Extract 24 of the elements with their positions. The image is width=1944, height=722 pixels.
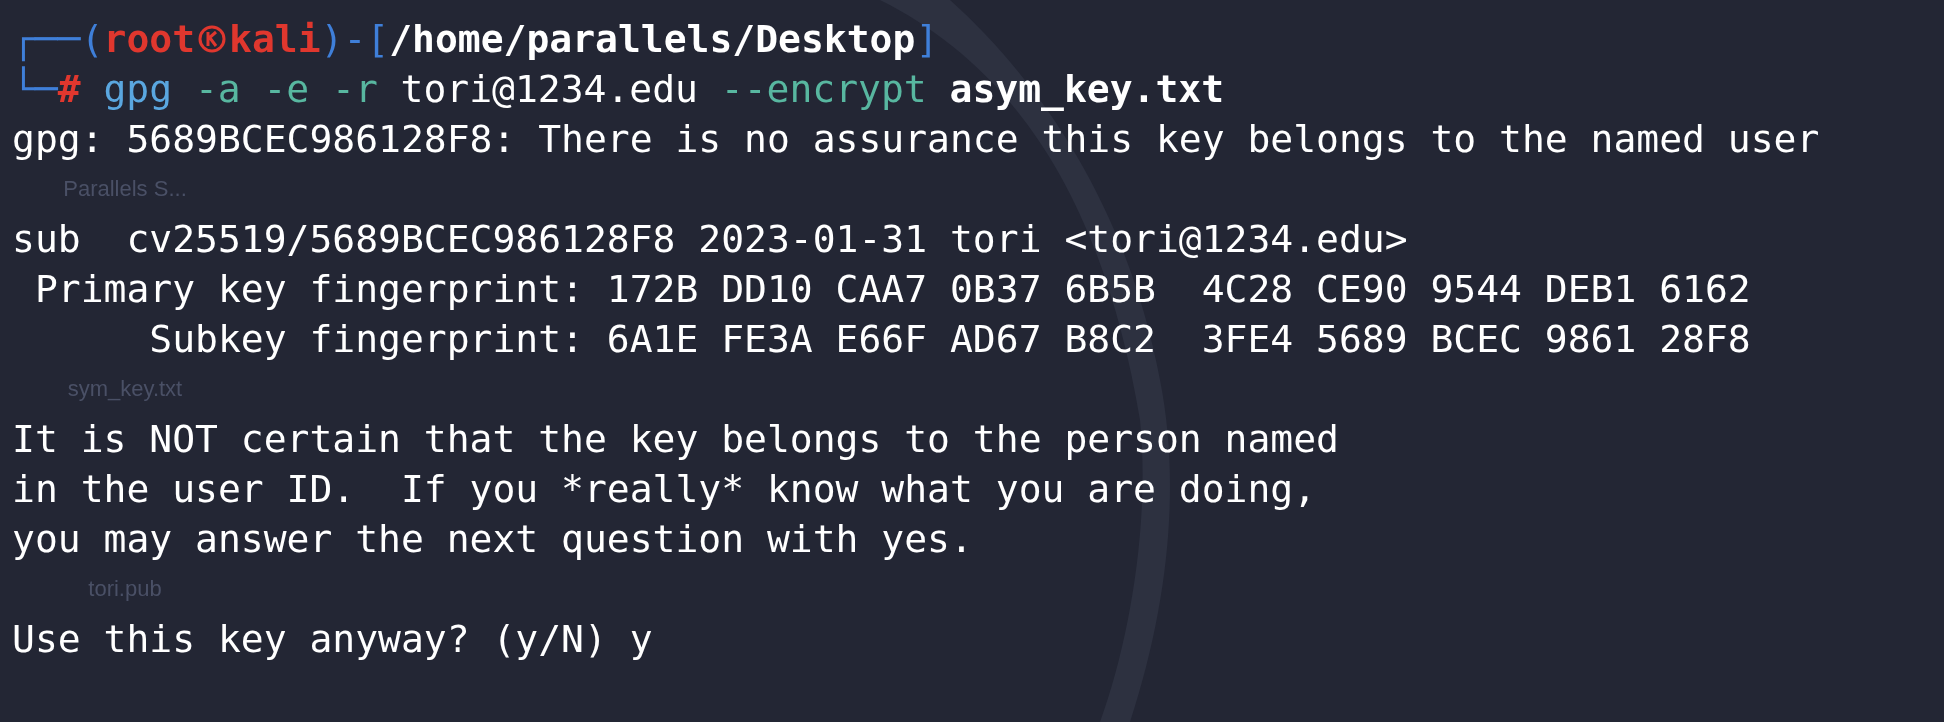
command-token: --encrypt bbox=[720, 66, 927, 113]
prompt-bracket: ] bbox=[915, 16, 939, 63]
prompt-corner: └─ bbox=[12, 65, 58, 113]
output-line: It is NOT certain that the key belongs to the person named bbox=[12, 416, 1339, 463]
output-line: gpg: 5689BCEC986128F8: There is no assurance this key belongs to the named user bbox=[12, 116, 1820, 163]
command-token: asym_key.txt bbox=[949, 66, 1225, 113]
command-token: -e bbox=[263, 66, 310, 113]
circled-symbol-icon bbox=[197, 24, 228, 54]
output-line: in the user ID. If you *really* know what you are doing, bbox=[12, 466, 1317, 513]
prompt-bracket: )-[ bbox=[320, 16, 390, 63]
prompt-symbol: # bbox=[57, 67, 81, 113]
command-token: -a bbox=[194, 66, 241, 113]
command-token: tori@1234.edu bbox=[400, 66, 698, 113]
command-token: -r bbox=[332, 66, 378, 113]
prompt-path: /home/parallels/Desktop bbox=[389, 16, 916, 63]
output-line: sub cv25519/5689BCEC986128F8 2023-01-31 tori <tori@1234.edu> bbox=[12, 216, 1408, 263]
prompt-user: root bbox=[103, 16, 196, 63]
prompt-host: kali bbox=[229, 16, 321, 63]
command-token: gpg bbox=[103, 66, 173, 113]
prompt-corner: ┌──( bbox=[12, 16, 104, 64]
output-line: Use this key anyway? (y/N) y bbox=[12, 616, 653, 663]
output-line: Subkey fingerprint: 6A1E FE3A E66F AD67 B8C2 3FE4 5689 BCEC 9861 28F8 bbox=[148, 316, 1751, 363]
output-line: Primary key fingerprint: 172B DD10 CAA7 0B37 6B5B 4C28 CE90 9544 DEB1 6162 bbox=[33, 266, 1751, 313]
output-line: you may answer the next question with yes. bbox=[12, 516, 973, 563]
